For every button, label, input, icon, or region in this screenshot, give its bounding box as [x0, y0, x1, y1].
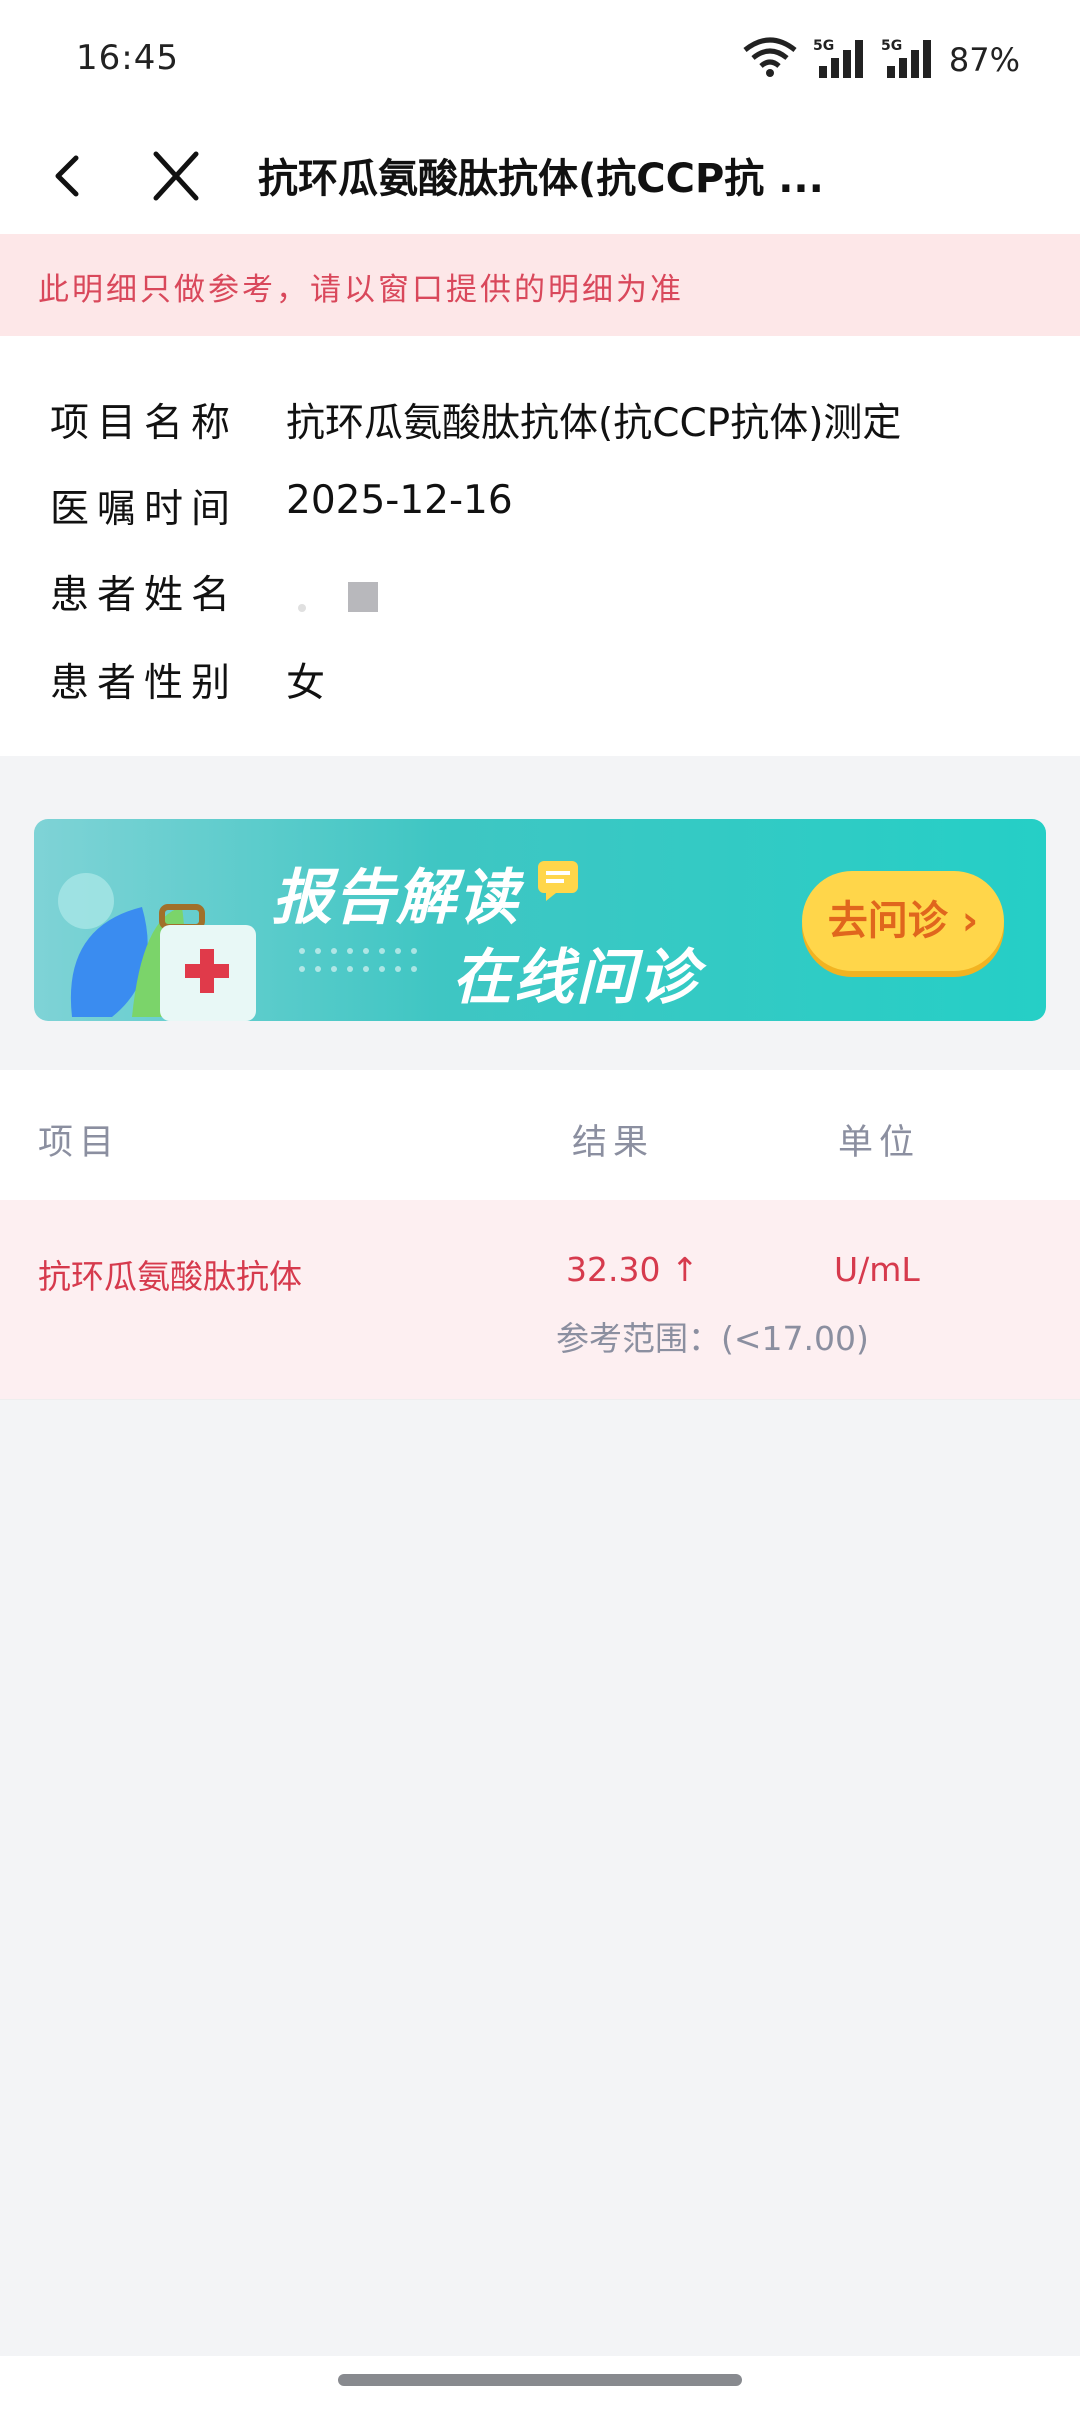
cellular-signal-2-icon: 5G — [881, 36, 935, 84]
wifi-icon — [741, 36, 799, 84]
page: 16:45 5G 5G 87% 抗环瓜氨酸肽抗体(抗CCP抗 ... 此明细只做… — [0, 0, 1080, 2412]
consult-banner[interactable]: 报告解读 在线问诊 去问诊 › — [34, 819, 1046, 1021]
reference-range: 参考范围：(<17.00) — [556, 1319, 869, 1358]
banner-subtitle: 在线问诊 — [452, 943, 700, 1013]
signal1-label: 5G — [813, 38, 834, 54]
banner-title: 报告解读 — [272, 863, 520, 933]
back-chevron-icon[interactable] — [40, 148, 96, 204]
info-label: 患者姓名 — [50, 573, 239, 618]
notice-text: 此明细只做参考，请以窗口提供的明细为准 — [38, 272, 684, 308]
decorative-dots — [296, 941, 436, 981]
info-label: 项目名称 — [50, 401, 239, 446]
page-title: 抗环瓜氨酸肽抗体(抗CCP抗 ... — [258, 156, 824, 202]
redacted-mark — [298, 604, 306, 612]
go-consult-button[interactable]: 去问诊 › — [802, 871, 1004, 971]
info-label: 患者性别 — [50, 661, 239, 706]
info-value: 女 — [286, 661, 326, 706]
redacted-name-block — [348, 582, 378, 612]
info-value: 2025-12-16 — [286, 478, 513, 523]
info-row-patient-name: 患者姓名 — [0, 554, 1080, 634]
result-unit: U/mL — [834, 1250, 920, 1289]
table-row: 抗环瓜氨酸肽抗体 32.30 ↑ U/mL 参考范围：(<17.00) — [0, 1200, 1080, 1400]
home-indicator[interactable] — [338, 2374, 742, 2386]
battery-percent: 87% — [948, 41, 1020, 79]
close-icon[interactable] — [146, 148, 206, 204]
results-table-header: 项目 结果 单位 — [0, 1070, 1080, 1200]
status-icons: 5G 5G 87% — [741, 36, 1020, 84]
medical-kit-icon — [52, 867, 262, 1021]
high-flag-arrow-icon: ↑ — [670, 1250, 699, 1289]
info-row-patient-gender: 患者性别 女 — [0, 642, 1080, 722]
result-value: 32.30 — [566, 1250, 661, 1289]
column-header-result: 结果 — [572, 1123, 655, 1163]
cellular-signal-icon: 5G — [813, 36, 867, 84]
result-item-name: 抗环瓜氨酸肽抗体 — [38, 1257, 302, 1296]
status-time: 16:45 — [76, 38, 179, 78]
chat-bubble-icon — [536, 859, 580, 903]
column-header-unit: 单位 — [838, 1123, 921, 1163]
patient-info-card: 项目名称 抗环瓜氨酸肽抗体(抗CCP抗体)测定 医嘱时间 2025-12-16 … — [0, 336, 1080, 756]
info-row-item-name: 项目名称 抗环瓜氨酸肽抗体(抗CCP抗体)测定 — [0, 382, 1080, 462]
signal2-label: 5G — [881, 38, 902, 54]
status-bar: 16:45 5G 5G 87% — [0, 0, 1080, 118]
notice-banner: 此明细只做参考，请以窗口提供的明细为准 — [0, 234, 1080, 336]
info-label: 医嘱时间 — [50, 487, 239, 532]
info-row-order-time: 医嘱时间 2025-12-16 — [0, 468, 1080, 548]
result-value-wrap: 32.30 ↑ — [566, 1250, 699, 1289]
info-value: 抗环瓜氨酸肽抗体(抗CCP抗体)测定 — [286, 401, 902, 446]
navigation-bar: 抗环瓜氨酸肽抗体(抗CCP抗 ... — [0, 118, 1080, 234]
column-header-item: 项目 — [38, 1123, 121, 1163]
